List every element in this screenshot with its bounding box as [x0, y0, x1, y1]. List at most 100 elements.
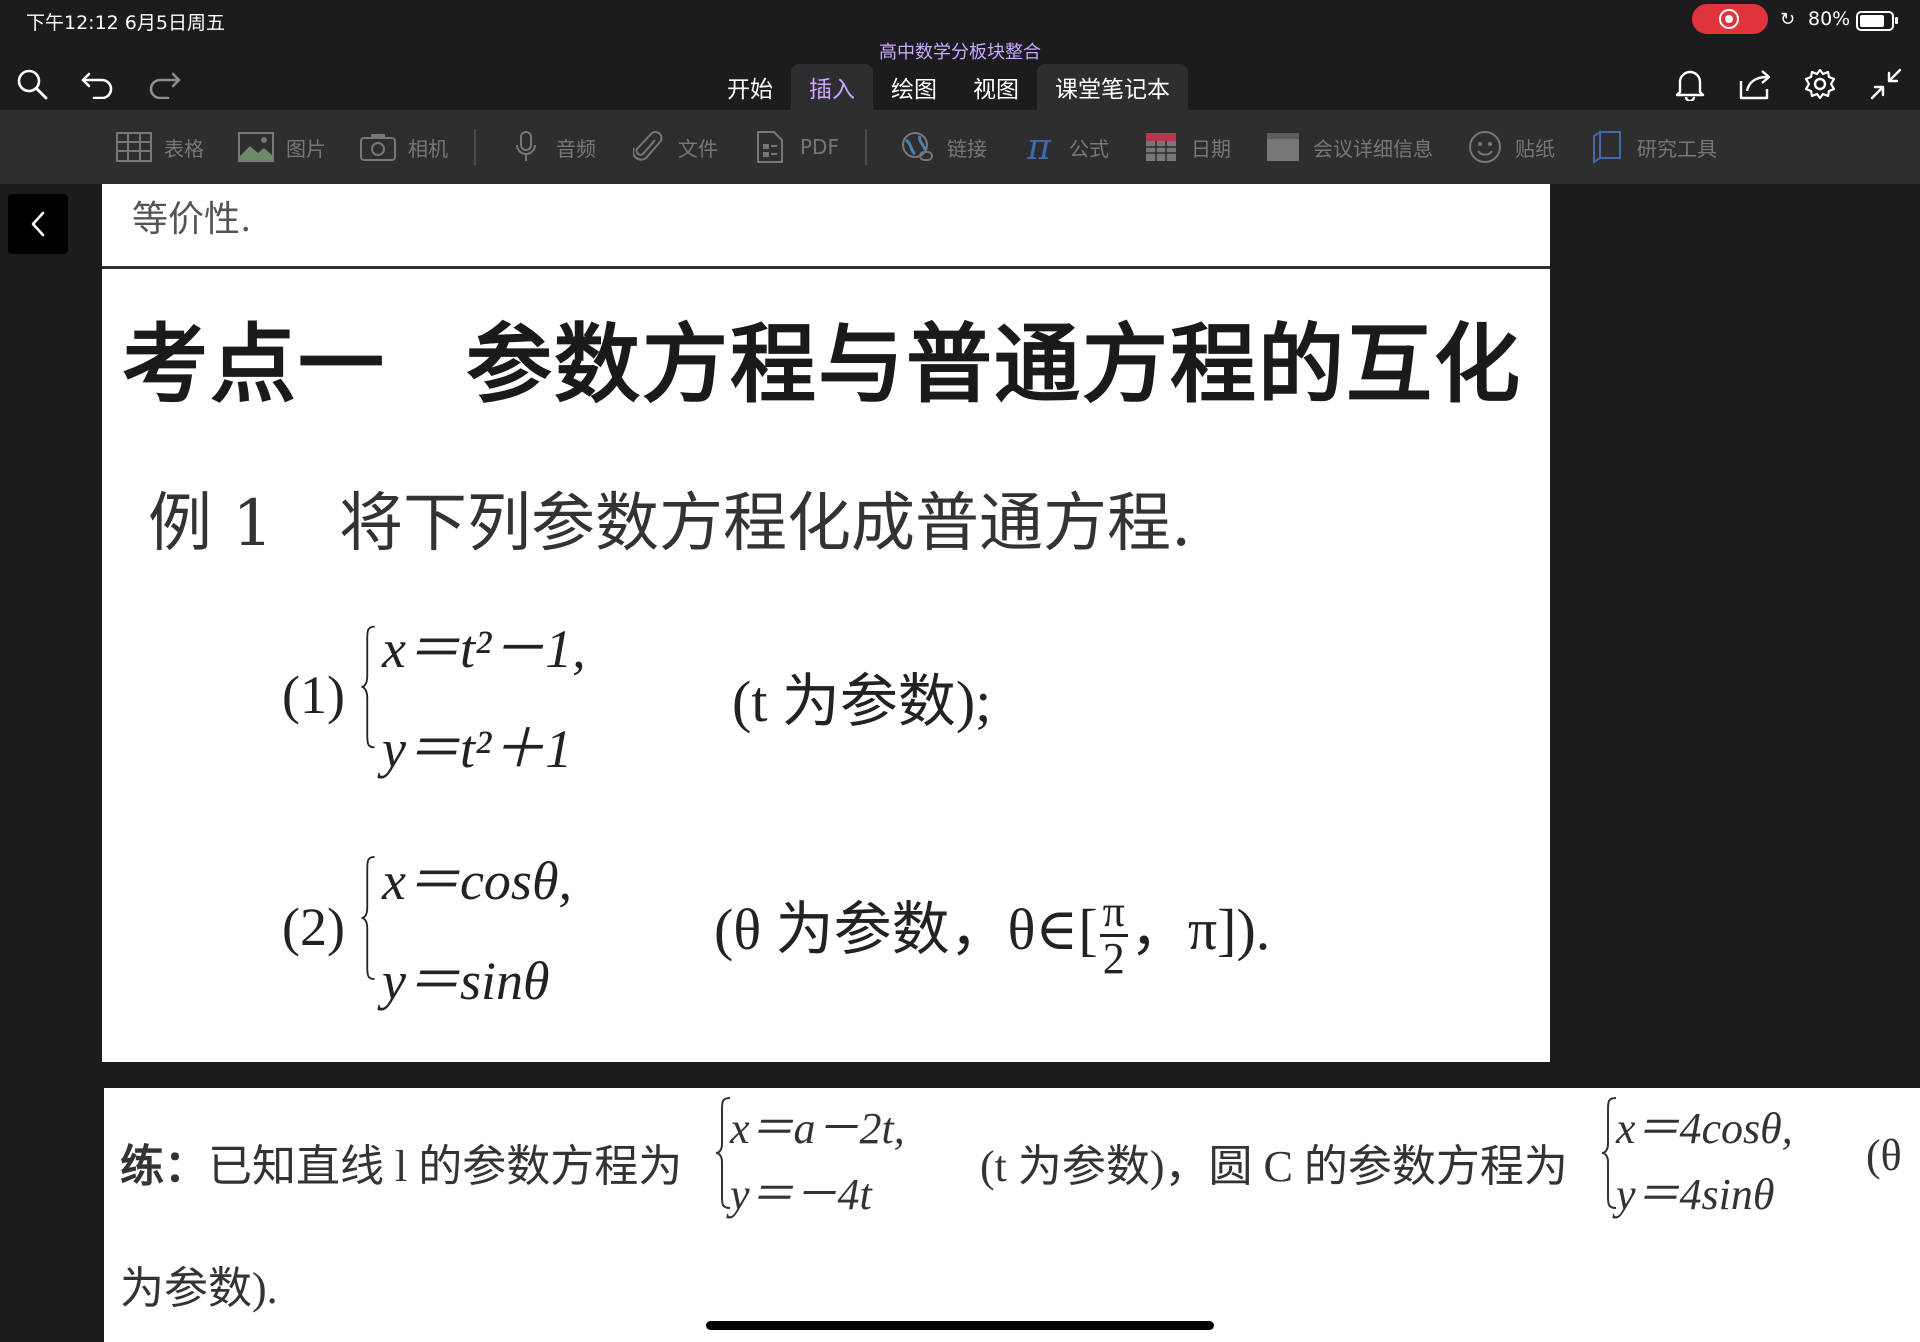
pdf-label: PDF: [800, 135, 839, 159]
microphone-icon: [508, 130, 544, 164]
back-button[interactable]: [8, 194, 68, 254]
redo-icon: [149, 72, 181, 99]
table-label: 表格: [164, 136, 204, 161]
line-equation-y: y＝－4t: [730, 1170, 872, 1219]
note-image-1[interactable]: 等价性. 考点一 参数方程与普通方程的互化 例 1 将下列参数方程化成普通方程. (…: [102, 184, 1550, 1062]
tab-draw[interactable]: 绘图: [873, 64, 955, 110]
research-tools-label: 研究工具: [1636, 136, 1717, 161]
insert-audio-button[interactable]: 音频: [508, 130, 596, 164]
divider-line: [102, 266, 1550, 269]
rotation-lock-icon: ↻: [1780, 9, 1796, 30]
insert-camera-button[interactable]: 相机: [360, 130, 448, 164]
practice-label: 练：: [120, 1142, 208, 1191]
pi-icon: π: [1027, 126, 1051, 168]
note-image-2[interactable]: 练：已知直线 l 的参数方程为 x＝a－2t, y＝－4t (t 为参数)，圆 …: [104, 1088, 1920, 1342]
battery-percent: 80%: [1808, 8, 1851, 30]
status-bar: 下午12:12 6月5日周五 ↻ 80%: [0, 0, 1920, 38]
pdf-icon: [752, 130, 788, 164]
insert-pdf-button[interactable]: PDF: [752, 130, 839, 164]
insert-link-button[interactable]: 链接: [899, 130, 987, 164]
link-label: 链接: [946, 136, 987, 161]
status-time: 下午12:12 6月5日周五: [26, 12, 225, 34]
home-indicator[interactable]: [706, 1321, 1214, 1330]
equation-y: y＝sinθ: [382, 951, 550, 1011]
pi-over-2-fraction: π2: [1099, 890, 1128, 984]
share-icon: [1739, 70, 1771, 100]
calendar-icon: [1143, 130, 1179, 164]
date-label: 日期: [1190, 136, 1231, 161]
gear-icon: [1804, 68, 1836, 100]
parameter-note: (θ 为参数，θ∈[π 2 ，π]).: [714, 882, 1270, 981]
fraction-denominator: 2: [1102, 934, 1125, 984]
chevron-left-icon: [31, 211, 45, 237]
undo-icon: [81, 72, 113, 99]
problem-number: (2): [282, 897, 345, 957]
ribbon-divider: [474, 129, 476, 165]
ribbon-divider: [864, 129, 867, 165]
problem-number: (1): [282, 665, 345, 725]
share-button[interactable]: [1734, 62, 1778, 106]
settings-button[interactable]: [1798, 62, 1842, 106]
redo-button[interactable]: [142, 62, 186, 106]
heading-title: 参数方程与普通方程的互化: [466, 315, 1522, 415]
insert-picture-button[interactable]: 图片: [238, 130, 326, 164]
picture-label: 图片: [286, 136, 326, 161]
undo-button[interactable]: [76, 62, 120, 106]
heading-label: 考点一: [122, 315, 386, 415]
practice-text-c: (θ: [1866, 1131, 1902, 1180]
paperclip-icon: [630, 130, 666, 164]
equation-y: y＝t²＋1: [382, 719, 573, 779]
param-text-a: (θ 为参数，θ∈[: [714, 897, 1098, 962]
notifications-button[interactable]: [1668, 62, 1712, 106]
practice-text-a: 已知直线 l 的参数方程为: [208, 1142, 683, 1191]
camera-label: 相机: [408, 136, 448, 161]
insert-meeting-details-button[interactable]: 会议详细信息: [1265, 130, 1433, 164]
file-label: 文件: [678, 136, 718, 161]
record-dot-icon: [1725, 15, 1733, 23]
search-button[interactable]: [10, 62, 54, 106]
insert-sticker-button[interactable]: 贴纸: [1467, 130, 1555, 164]
meeting-calendar-icon: [1265, 130, 1301, 164]
insert-file-button[interactable]: 文件: [630, 130, 718, 164]
circle-equation-y: y＝4sinθ: [1616, 1170, 1775, 1219]
example-label: 例 1: [148, 487, 274, 561]
meeting-details-label: 会议详细信息: [1312, 136, 1433, 161]
practice-text-b: (t 为参数)，圆 C 的参数方程为: [980, 1142, 1568, 1191]
research-tools-button[interactable]: 研究工具: [1589, 130, 1717, 164]
practice-line-1: 练：已知直线 l 的参数方程为: [120, 1130, 682, 1194]
document-title[interactable]: 高中数学分板块整合: [0, 38, 1920, 64]
tab-view[interactable]: 视图: [955, 64, 1037, 110]
example-text: 将下列参数方程化成普通方程.: [339, 487, 1192, 561]
left-brace: [361, 856, 375, 980]
globe-link-icon: [899, 130, 935, 164]
equation-x: x＝cosθ,: [382, 851, 572, 911]
battery-level: [1860, 15, 1884, 27]
collapse-button[interactable]: [1864, 62, 1908, 106]
battery-nub: [1895, 17, 1898, 24]
screen-record-indicator[interactable]: [1692, 4, 1768, 34]
line-equation-x: x＝a－2t,: [730, 1104, 905, 1153]
previous-text: 等价性.: [132, 199, 252, 240]
search-icon: [17, 69, 48, 100]
battery-icon: [1856, 11, 1898, 31]
ribbon-tabs: 开始 插入 绘图 视图 课堂笔记本: [709, 64, 1188, 110]
camera-icon: [360, 130, 396, 164]
practice-text-d: 为参数).: [120, 1264, 278, 1313]
tab-class-notebook[interactable]: 课堂笔记本: [1037, 64, 1188, 110]
insert-equation-button[interactable]: π 公式: [1021, 126, 1109, 168]
audio-label: 音频: [556, 136, 596, 161]
fraction-numerator: π: [1099, 890, 1128, 938]
sticker-label: 贴纸: [1514, 136, 1555, 161]
tab-home[interactable]: 开始: [709, 64, 791, 110]
example-line: 例 1 将下列参数方程化成普通方程.: [148, 472, 1191, 564]
bell-icon: [1675, 70, 1705, 101]
insert-date-button[interactable]: 日期: [1143, 130, 1231, 164]
equation-x: x＝t²－1,: [382, 619, 586, 679]
circle-equation-x: x＝4cosθ,: [1616, 1104, 1793, 1153]
insert-table-button[interactable]: 表格: [116, 130, 204, 164]
research-book-icon: [1589, 130, 1625, 164]
param-text-b: ，π]).: [1129, 897, 1271, 962]
tab-insert[interactable]: 插入: [791, 64, 873, 110]
collapse-icon: [1870, 68, 1902, 100]
table-icon: [116, 130, 152, 164]
